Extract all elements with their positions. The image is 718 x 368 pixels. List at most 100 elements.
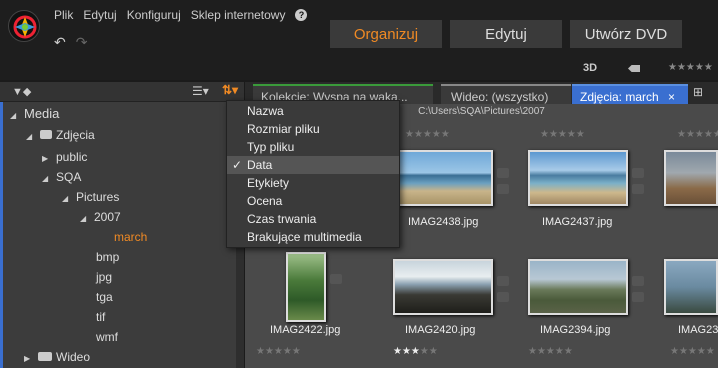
tree-pictures[interactable]: ◢ Pictures (62, 190, 119, 204)
add-location-icon[interactable]: ▼◆ (12, 85, 31, 98)
info-icon[interactable] (497, 168, 509, 178)
menu-configure[interactable]: Konfiguruj (127, 8, 181, 22)
tree-label: Media (24, 106, 60, 121)
menu-file[interactable]: Plik (54, 8, 73, 22)
rating-filter[interactable]: ★★★★★ (668, 62, 713, 73)
library-panel: ▼◆ ☰▾ ⇅▾ ◢ Media ◢ Zdjęcia ▶ public ◢ SQA ◢ P… (0, 82, 244, 368)
photo-lava-surf (395, 261, 491, 313)
tree-tga[interactable]: tga (96, 290, 113, 304)
thumbnail-imag23[interactable] (664, 259, 718, 315)
photo-forest (288, 254, 324, 320)
3d-filter-button[interactable]: 3D (583, 62, 597, 74)
tree-label: public (56, 150, 88, 164)
main-menu: Plik Edytuj Konfiguruj Sklep internetowy… (54, 8, 308, 22)
info-icon[interactable] (497, 276, 509, 286)
thumbnail-label: IMAG2437.jpg (542, 216, 613, 228)
thumbnail-imag2422[interactable] (286, 252, 326, 322)
info-icon[interactable] (632, 276, 644, 286)
thumbnail-imag2394[interactable] (528, 259, 628, 315)
camera-icon (40, 130, 52, 139)
thumbnail-label: IMAG2394.jpg (540, 324, 611, 336)
sort-icon[interactable]: ⇅▾ (222, 83, 238, 97)
thumbnail-imag2438[interactable] (395, 150, 493, 206)
thumbnail-label: IMAG2438.jpg (408, 216, 479, 228)
photo-beach-palms (530, 152, 626, 204)
expanded-icon[interactable]: ◢ (80, 214, 94, 223)
tree-label: Pictures (76, 190, 120, 204)
tree-label: Wideo (56, 350, 91, 364)
thumbnail-imag2420[interactable] (393, 259, 493, 315)
tree-march[interactable]: march (114, 230, 147, 244)
collapsed-icon[interactable]: ▶ (42, 154, 56, 163)
rating-stars[interactable]: ★★★★★ (405, 129, 450, 140)
info-icon[interactable] (330, 274, 342, 284)
thumbnail-imag2437[interactable] (528, 150, 628, 206)
menu-edit[interactable]: Edytuj (83, 8, 116, 22)
tree-tif[interactable]: tif (96, 310, 105, 324)
tree-video[interactable]: ▶ Wideo (24, 350, 90, 364)
expanded-icon[interactable]: ◢ (26, 132, 40, 141)
video-camera-icon (38, 352, 52, 361)
sort-by-tags[interactable]: Etykiety (227, 174, 399, 192)
tag-icon[interactable] (497, 292, 509, 302)
thumbnail-imag-cut[interactable] (664, 150, 718, 206)
help-icon[interactable]: ? (295, 9, 308, 21)
tree-sqa[interactable]: ◢ SQA (42, 170, 81, 184)
sort-by-rating[interactable]: Ocena (227, 192, 399, 210)
sort-by-file-size[interactable]: Rozmiar pliku (227, 120, 399, 138)
sort-by-file-type[interactable]: Typ pliku (227, 138, 399, 156)
check-icon: ✓ (232, 158, 243, 172)
tree-2007[interactable]: ◢ 2007 (80, 210, 121, 224)
tree-wmf[interactable]: wmf (96, 330, 118, 344)
rating-stars[interactable]: ★★★★★ (540, 129, 585, 140)
tag-icon[interactable] (632, 292, 644, 302)
sort-by-duration[interactable]: Czas trwania (227, 210, 399, 228)
rating-stars[interactable]: ★★★★★ (670, 346, 715, 357)
rating-stars[interactable]: ★★★★★ (528, 346, 573, 357)
sort-by-name[interactable]: Nazwa (227, 102, 399, 120)
menu-store[interactable]: Sklep internetowy (191, 8, 286, 22)
tab-video[interactable]: Wideo: (wszystko) (441, 84, 571, 104)
tab-photos[interactable]: Zdjęcia: march × (572, 84, 688, 104)
photo-beach (397, 152, 491, 204)
tag-icon[interactable] (632, 184, 644, 194)
panel-accent (0, 102, 3, 368)
photo-cliffs (530, 261, 626, 313)
tree-media[interactable]: ◢ Media (10, 106, 59, 121)
tree-public[interactable]: ▶ public (42, 150, 87, 164)
tag-icon[interactable] (497, 184, 509, 194)
close-icon[interactable]: × (668, 90, 675, 104)
add-tab-icon[interactable]: ⊞ (693, 85, 703, 99)
expanded-icon[interactable]: ◢ (42, 174, 56, 183)
undo-icon[interactable]: ↶ (54, 34, 66, 51)
expanded-icon[interactable]: ◢ (10, 111, 24, 120)
organize-button[interactable]: Organizuj (330, 20, 442, 48)
thumbnail-label: IMAG23 (678, 324, 718, 336)
secondary-toolbar (0, 58, 718, 80)
photo-coast (666, 152, 716, 204)
tree-jpg[interactable]: jpg (96, 270, 112, 284)
app-logo (8, 10, 40, 42)
library-header: ▼◆ ☰▾ ⇅▾ (0, 82, 244, 102)
rating-stars[interactable]: ★★★★★ (393, 346, 438, 357)
sort-by-missing-media[interactable]: Brakujące multimedia (227, 228, 399, 246)
tree-label: 2007 (94, 210, 121, 224)
info-icon[interactable] (632, 168, 644, 178)
edit-button[interactable]: Edytuj (450, 20, 562, 48)
sort-by-date[interactable]: ✓ Data (227, 156, 399, 174)
thumbnail-label: IMAG2422.jpg (270, 324, 341, 336)
thumbnail-label: IMAG2420.jpg (405, 324, 476, 336)
tree-bmp[interactable]: bmp (96, 250, 119, 264)
tree-label: SQA (56, 170, 82, 184)
undo-redo: ↶ ↷ (54, 34, 87, 51)
expanded-icon[interactable]: ◢ (62, 194, 76, 203)
list-view-icon[interactable]: ☰▾ (192, 84, 209, 98)
create-dvd-button[interactable]: Utwórz DVD (570, 20, 682, 48)
rating-stars[interactable]: ★★★★★ (256, 346, 301, 357)
tab-label: Zdjęcia: march (580, 90, 659, 104)
rating-empty: ★★ (419, 346, 438, 357)
redo-icon[interactable]: ↷ (76, 34, 88, 51)
collapsed-icon[interactable]: ▶ (24, 354, 38, 363)
rating-stars[interactable]: ★★★★★ (677, 129, 718, 140)
tree-photos[interactable]: ◢ Zdjęcia (26, 128, 95, 142)
